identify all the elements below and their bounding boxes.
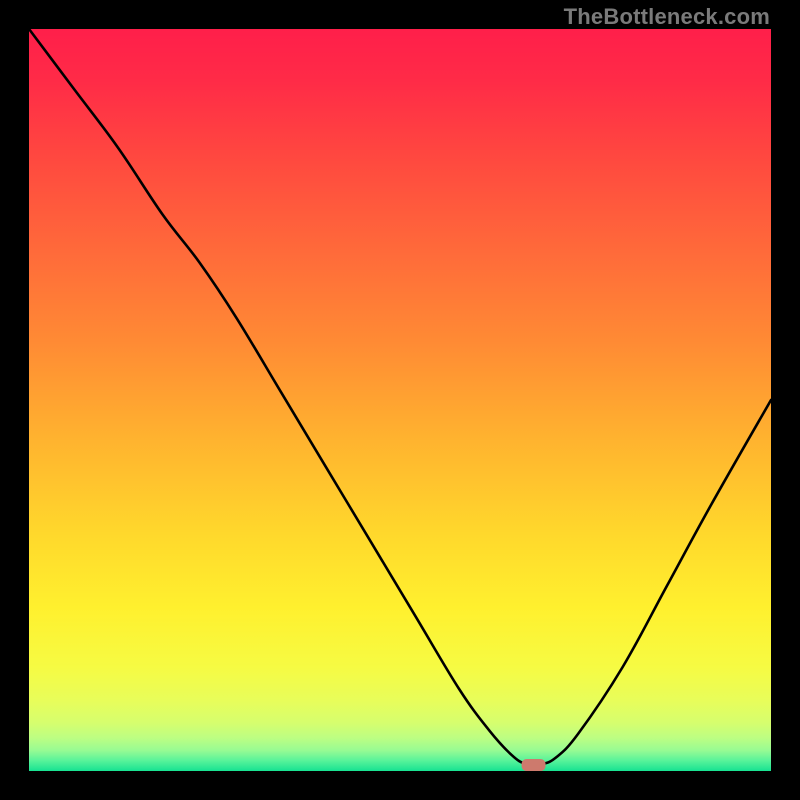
optimum-marker — [522, 759, 546, 771]
gradient-background — [29, 29, 771, 771]
watermark-text: TheBottleneck.com — [564, 4, 770, 30]
chart-frame — [29, 29, 771, 771]
bottleneck-chart — [29, 29, 771, 771]
